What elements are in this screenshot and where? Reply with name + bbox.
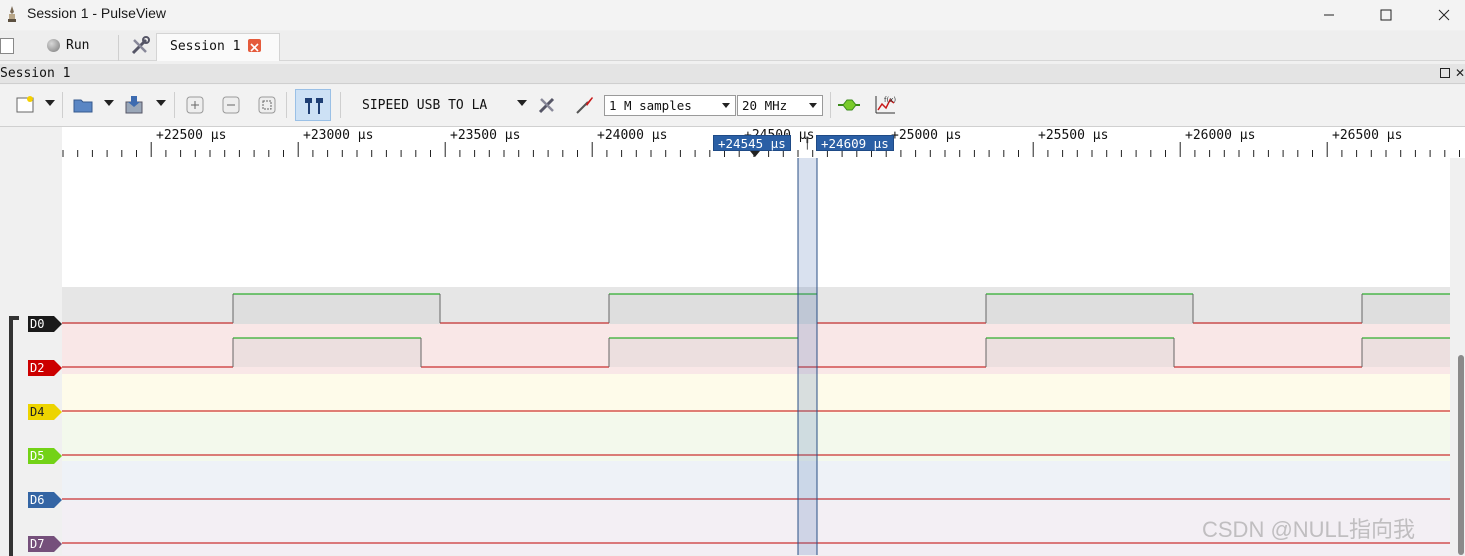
ruler-tick-label: +26000 μs <box>1185 128 1256 143</box>
samples-select[interactable]: 1 M samples <box>604 95 736 116</box>
ruler-tick-label: +23000 μs <box>303 128 374 143</box>
channel-label-d6[interactable]: D6 <box>28 492 62 508</box>
toolbar-separator <box>174 92 175 118</box>
new-view-icon[interactable] <box>12 92 38 118</box>
show-cursors-button[interactable] <box>295 89 331 121</box>
window-title: Session 1 - PulseView <box>27 5 167 21</box>
cursor-pair-icon[interactable]: ╿ <box>804 137 811 150</box>
toolbar-separator <box>286 92 287 118</box>
new-view-dropdown-icon[interactable] <box>45 100 55 106</box>
channel-label-d7[interactable]: D7 <box>28 536 62 552</box>
close-tab-icon[interactable] <box>248 39 261 52</box>
device-selector[interactable]: SIPEED USB TO LA <box>362 98 487 113</box>
cursor-b-label[interactable]: +24609 μs <box>816 135 894 151</box>
zoom-in-icon[interactable] <box>182 92 208 118</box>
channel-label-d2[interactable]: D2 <box>28 360 62 376</box>
open-dropdown-icon[interactable] <box>104 100 114 106</box>
watermark: CSDN @NULL指向我 <box>1202 517 1416 542</box>
ruler-tick-label: +24000 μs <box>597 128 668 143</box>
toolbar-separator <box>830 92 831 118</box>
device-config-icon[interactable] <box>534 92 560 118</box>
vertical-scrollbar[interactable] <box>1458 355 1464 555</box>
minimize-icon[interactable] <box>1300 0 1358 30</box>
title-bar <box>0 0 1465 30</box>
device-dropdown-icon[interactable] <box>517 100 527 106</box>
channel-label-d4[interactable]: D4 <box>28 404 62 420</box>
channel-label-d0[interactable]: D0 <box>28 316 62 332</box>
ruler-tick-label: +26500 μs <box>1332 128 1403 143</box>
math-signal-icon[interactable]: f(x) <box>872 92 898 118</box>
samplerate-value: 20 MHz <box>742 98 788 113</box>
save-icon[interactable] <box>121 92 147 118</box>
dock-title: Session 1 <box>0 66 71 81</box>
probe-config-icon[interactable] <box>571 92 597 118</box>
run-label: Run <box>66 38 90 53</box>
toolbar-separator <box>340 92 341 118</box>
ruler-tick-label: +25000 μs <box>891 128 962 143</box>
toolbar-separator <box>118 35 119 61</box>
new-session-icon[interactable] <box>0 38 14 54</box>
dock-header <box>0 64 1465 84</box>
ruler-tick-label: +22500 μs <box>156 128 227 143</box>
waveforms <box>62 158 1450 555</box>
float-dock-icon[interactable] <box>1440 68 1450 78</box>
samples-value: 1 M samples <box>609 98 692 113</box>
maximize-icon[interactable] <box>1357 0 1415 30</box>
close-icon[interactable] <box>1415 0 1465 30</box>
settings-tools-icon[interactable] <box>129 35 151 57</box>
cursor-a-label[interactable]: +24545 μs <box>713 135 791 151</box>
svg-text:f(x): f(x) <box>884 96 896 104</box>
channel-label-d5[interactable]: D5 <box>28 448 62 464</box>
close-dock-icon[interactable]: ✕ <box>1455 66 1465 80</box>
add-decoder-icon[interactable] <box>836 92 862 118</box>
toolbar-separator <box>62 92 63 118</box>
ruler-tick-label: +23500 μs <box>450 128 521 143</box>
cursor-a-marker-icon <box>750 151 760 157</box>
save-dropdown-icon[interactable] <box>156 100 166 106</box>
zoom-out-icon[interactable] <box>218 92 244 118</box>
channel-group-bracket <box>9 316 19 556</box>
app-icon <box>4 5 20 23</box>
samplerate-select[interactable]: 20 MHz <box>737 95 823 116</box>
session-tab-label: Session 1 <box>170 39 241 54</box>
run-indicator-icon <box>47 39 60 52</box>
zoom-fit-icon[interactable] <box>254 92 280 118</box>
ruler-tick-label: +25500 μs <box>1038 128 1109 143</box>
open-folder-icon[interactable] <box>70 92 96 118</box>
